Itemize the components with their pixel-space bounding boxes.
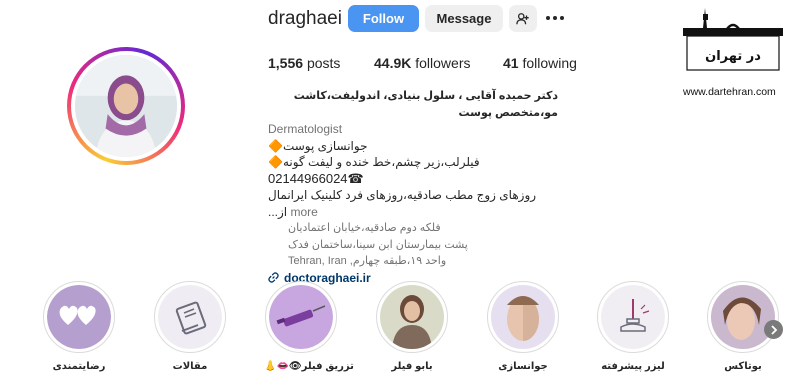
add-person-icon: [516, 12, 529, 24]
logo-text: در تهران: [705, 49, 761, 64]
highlight-label: بابو فیلر: [391, 361, 433, 372]
bio-line-2: فیلرلب،زیر چشم،خط خنده و لیفت گونه🔶: [268, 154, 558, 171]
bio-category: Dermatologist: [268, 122, 343, 136]
message-button[interactable]: Message: [425, 5, 503, 32]
followers-count: 44.9K: [374, 55, 412, 71]
followers-stat[interactable]: 44.9K followers: [374, 55, 471, 71]
highlight-ring: [265, 281, 337, 353]
profile-avatar[interactable]: [67, 47, 185, 165]
bio-line-2-text: فیلرلب،زیر چشم،خط خنده و لیفت گونه🔶: [268, 155, 480, 169]
bio-phone: 02144966024☎: [268, 170, 364, 186]
bio-address-3: واحد ۱۹،طبقه چهارم, Tehran, Iran: [288, 255, 447, 267]
profile-bio: دکتر حمیده آقایی ، سلول بنیادی، اندولیفت…: [268, 88, 558, 286]
avatar-photo: [75, 55, 177, 157]
bio-address-2: پشت بیمارستان ابن سینا،ساختمان فدک: [288, 238, 468, 251]
bio-line-3: روزهای زوج مطب صادقیه،روزهای فرد کلینیک …: [268, 187, 558, 220]
highlight-ring: [376, 281, 448, 353]
face-icon: [491, 285, 555, 349]
highlight-articles[interactable]: مقالات: [153, 281, 227, 372]
profile-username: draghaei: [268, 8, 342, 29]
highlight-satisfaction[interactable]: رضایتمندی: [42, 281, 116, 372]
highlight-babo-filler[interactable]: بابو فیلر: [375, 281, 449, 372]
following-label: following: [522, 55, 577, 71]
highlight-ring: [707, 281, 779, 353]
posts-stat: 1,556 posts: [268, 55, 340, 71]
chevron-right-icon: [770, 324, 777, 335]
following-count: 41: [503, 55, 519, 71]
laser-icon: [601, 285, 665, 349]
bio-more-link[interactable]: more: [290, 205, 317, 219]
suggested-accounts-button[interactable]: [509, 5, 537, 32]
doctor-photo: [380, 285, 444, 349]
syringe-icon: [269, 285, 333, 349]
hearts-icon: [47, 285, 111, 349]
highlight-label: مقالات: [172, 361, 208, 372]
highlight-ring: [43, 281, 115, 353]
posts-label: posts: [306, 55, 341, 71]
more-options-icon[interactable]: [546, 9, 568, 27]
articles-icon: [158, 285, 222, 349]
logo-url: www.dartehran.com: [683, 86, 776, 98]
highlight-label: لیزر پیشرفته: [601, 361, 665, 372]
botox-face-icon: [711, 285, 775, 349]
highlight-rejuvenation[interactable]: جوانسازی: [486, 281, 560, 372]
highlight-advanced-laser[interactable]: لیزر پیشرفته: [596, 281, 670, 372]
follow-button[interactable]: Follow: [348, 5, 419, 32]
followers-label: followers: [415, 55, 471, 71]
highlight-ring: [154, 281, 226, 353]
bio-address-1: فلکه دوم صادقیه،خیابان اعتمادیان: [288, 222, 441, 234]
highlight-filler-injection[interactable]: 👃👄👁تزریق فیلر: [264, 281, 354, 372]
following-stat[interactable]: 41 following: [503, 55, 577, 71]
bio-name: دکتر حمیده آقایی ، سلول بنیادی، اندولیفت…: [293, 90, 558, 119]
highlight-ring: [597, 281, 669, 353]
bio-line-1-text: جوانسازی پوست🔶: [268, 138, 368, 153]
highlight-label: جوانسازی: [498, 361, 548, 372]
highlight-label: رضایتمندی: [52, 361, 106, 372]
highlight-label: 👃👄👁تزریق فیلر: [264, 361, 354, 372]
highlight-ring: [487, 281, 559, 353]
highlight-label: بوتاکس: [724, 361, 762, 372]
bio-line-1: جوانسازی پوست🔶: [268, 138, 558, 155]
posts-count: 1,556: [268, 55, 304, 71]
avatar-frame: [71, 51, 181, 161]
highlights-next-button[interactable]: [764, 320, 783, 339]
